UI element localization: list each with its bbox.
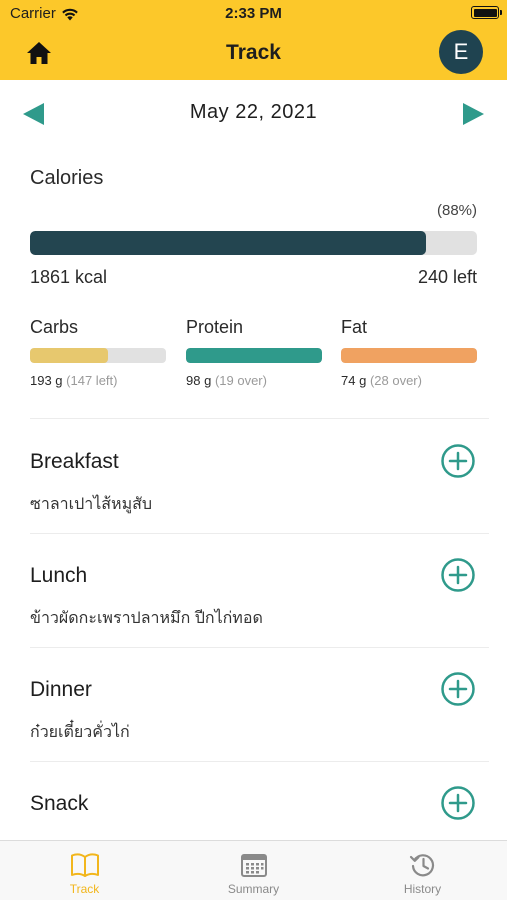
meal-title: Lunch <box>30 564 88 587</box>
history-icon <box>409 854 434 877</box>
add-snack-button[interactable] <box>441 786 475 820</box>
calories-label: Calories <box>30 167 104 189</box>
section-divider <box>30 761 489 762</box>
macro-label: Fat <box>341 317 368 337</box>
current-date: May 22, 2021 <box>189 101 318 123</box>
macro-progress-fill <box>30 348 108 363</box>
nav-bar: Track E <box>0 28 507 80</box>
meal-items: ก๋วยเตี๋ยวคั่วไก่ <box>30 724 130 741</box>
macro-protein: Protein 98 g (19 over) <box>186 317 322 388</box>
status-time: 2:33 PM <box>225 5 282 22</box>
meal-title: Snack <box>30 792 89 815</box>
tab-summary[interactable]: Summary <box>169 841 338 900</box>
macro-amount: 74 g <box>341 373 367 388</box>
calendar-icon <box>240 854 267 877</box>
tab-label: Track <box>69 882 100 896</box>
app-header: Carrier 2:33 PM Track E <box>0 0 507 80</box>
page-title: Track <box>226 41 281 64</box>
macro-progress-bar <box>30 348 166 363</box>
macro-detail: 98 g (19 over) <box>186 373 322 388</box>
battery-icon <box>471 6 502 19</box>
macro-note: (28 over) <box>369 373 422 388</box>
meal-title: Breakfast <box>30 450 119 473</box>
add-dinner-button[interactable] <box>441 672 475 706</box>
plus-circle-icon <box>441 672 475 706</box>
tab-bar: Track Summary History <box>0 840 507 900</box>
macro-progress-fill <box>341 348 477 363</box>
macro-detail: 193 g (147 left) <box>30 373 166 388</box>
calories-percent: (88%) <box>436 202 477 219</box>
macro-progress-bar <box>341 348 477 363</box>
avatar[interactable]: E <box>439 30 483 74</box>
tab-label: History <box>403 882 442 896</box>
add-lunch-button[interactable] <box>441 558 475 592</box>
next-day-button[interactable] <box>459 100 487 128</box>
book-open-icon <box>70 853 99 877</box>
add-breakfast-button[interactable] <box>441 444 475 478</box>
meal-title: Dinner <box>30 678 92 701</box>
macro-fat: Fat 74 g (28 over) <box>341 317 477 388</box>
plus-circle-icon <box>441 786 475 820</box>
macro-note: (19 over) <box>214 373 267 388</box>
macro-amount: 98 g <box>186 373 212 388</box>
meal-items: ซาลาเปาไส้หมูสับ <box>30 496 153 513</box>
triangle-right-icon <box>463 103 484 125</box>
meal-dinner: Dinner ก๋วยเตี๋ยวคั่วไก่ <box>0 660 507 760</box>
macro-label: Carbs <box>30 317 79 337</box>
calories-remaining: 240 left <box>417 267 477 287</box>
macro-progress-bar <box>186 348 322 363</box>
calories-progress-fill <box>30 231 426 255</box>
macro-detail: 74 g (28 over) <box>341 373 477 388</box>
section-divider <box>30 418 489 419</box>
plus-circle-icon <box>441 444 475 478</box>
macro-carbs: Carbs 193 g (147 left) <box>30 317 166 388</box>
status-bar: Carrier 2:33 PM <box>0 0 507 28</box>
tab-history[interactable]: History <box>338 841 507 900</box>
date-selector: May 22, 2021 <box>0 92 507 134</box>
macro-progress-fill <box>186 348 322 363</box>
meal-breakfast: Breakfast ซาลาเปาไส้หมูสับ <box>0 432 507 532</box>
plus-circle-icon <box>441 558 475 592</box>
calories-progress-bar <box>30 231 477 255</box>
tab-label: Summary <box>227 882 280 896</box>
meal-items: ข้าวผัดกะเพราปลาหมึก ปีกไก่ทอด <box>30 610 263 627</box>
section-divider <box>30 533 489 534</box>
section-divider <box>30 647 489 648</box>
macro-amount: 193 g <box>30 373 63 388</box>
macro-label: Protein <box>186 317 244 337</box>
calories-consumed: 1861 kcal <box>30 267 108 287</box>
macro-note: (147 left) <box>66 373 118 388</box>
meal-lunch: Lunch ข้าวผัดกะเพราปลาหมึก ปีกไก่ทอด <box>0 546 507 646</box>
tab-track[interactable]: Track <box>0 841 169 900</box>
